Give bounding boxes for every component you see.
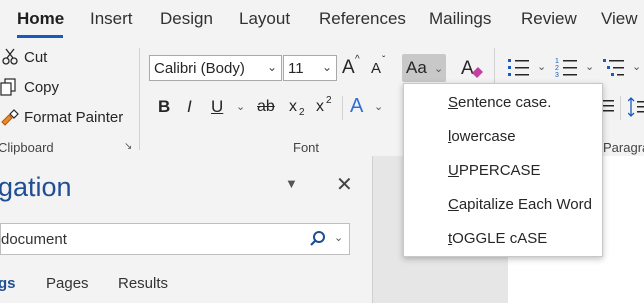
superscript-button[interactable]: x 2: [316, 95, 336, 120]
italic-button[interactable]: I: [187, 97, 192, 117]
pane-options-caret-icon[interactable]: ▼: [285, 176, 298, 191]
search-input[interactable]: [1, 229, 301, 249]
font-group-label: Font: [293, 140, 320, 155]
copy-icon: [0, 78, 16, 96]
change-case-button[interactable]: Aa ⌄: [402, 54, 446, 82]
chevron-down-icon: ⌄: [321, 60, 332, 74]
text-effects-button[interactable]: A ⌄: [350, 95, 386, 121]
svg-text:A: A: [461, 58, 474, 79]
menu-item-toggle-case[interactable]: tOGGLE cASE: [448, 230, 547, 247]
group-separator: [342, 96, 343, 120]
access-key: U: [448, 162, 459, 179]
copy-label: Copy: [24, 79, 60, 96]
tab-review[interactable]: Review: [521, 9, 577, 29]
chevron-down-icon: ⌄: [236, 101, 246, 113]
paragraph-group-label: Paragra: [603, 140, 644, 155]
subscript-glyph: x: [289, 98, 297, 115]
chevron-down-icon: ⌄: [585, 61, 595, 73]
cut-label: Cut: [24, 49, 48, 66]
multilevel-list-button[interactable]: ⌄: [602, 56, 642, 80]
underline-button[interactable]: U ⌄: [211, 97, 247, 119]
active-tab-indicator: [17, 35, 63, 38]
tab-insert[interactable]: Insert: [90, 9, 133, 29]
shrink-font-glyph: A: [371, 60, 382, 77]
navigation-pane: igation ▼ ✕ ⌄ gs Pages Results: [0, 156, 372, 303]
shrink-font-button[interactable]: A ˇ: [371, 55, 391, 80]
clear-formatting-icon: A: [461, 58, 483, 79]
svg-text:3: 3: [555, 72, 559, 78]
scissors-icon: [2, 48, 18, 65]
clipboard-group-label: Clipboard: [0, 140, 54, 155]
subscript-button[interactable]: x 2: [289, 96, 309, 120]
change-case-menu: Sentence case. lowercase UPPERCASE Capit…: [403, 83, 603, 257]
line-spacing-icon: [627, 97, 644, 117]
access-key: S: [448, 94, 459, 111]
chevron-down-icon: ⌄: [374, 101, 384, 113]
navigation-search-box[interactable]: ⌄: [0, 223, 350, 255]
tab-headings[interactable]: gs: [0, 275, 16, 292]
menu-item-label: PPERCASE: [458, 162, 541, 179]
grow-font-glyph: A: [342, 57, 355, 78]
chevron-down-icon[interactable]: ⌄: [334, 231, 343, 244]
font-name-combo[interactable]: Calibri (Body) ⌄: [149, 55, 282, 81]
numbering-button[interactable]: 1 2 3 ⌄: [555, 56, 595, 80]
paintbrush-icon: [1, 109, 19, 126]
font-size-value: 11: [288, 60, 304, 77]
bullets-icon: [508, 59, 529, 76]
superscript-glyph: x: [316, 98, 324, 115]
justify-button[interactable]: [602, 97, 614, 117]
grow-font-button[interactable]: A ^: [342, 54, 364, 80]
tab-mailings[interactable]: Mailings: [429, 9, 491, 29]
format-painter-label: Format Painter: [24, 109, 124, 126]
chevron-down-icon: ⌄: [537, 61, 547, 73]
numbering-icon: 1 2 3: [555, 58, 577, 79]
clear-formatting-button[interactable]: A: [459, 55, 485, 81]
access-key: C: [448, 196, 459, 213]
chevron-down-icon: ⌄: [632, 61, 642, 73]
font-size-combo[interactable]: 11 ⌄: [283, 55, 337, 81]
close-icon[interactable]: ✕: [336, 172, 353, 197]
multilevel-list-icon: [603, 59, 624, 76]
tab-view[interactable]: View: [601, 9, 638, 29]
tab-references[interactable]: References: [319, 9, 406, 29]
menu-item-lowercase[interactable]: lowercase: [448, 128, 516, 145]
line-spacing-button[interactable]: [627, 96, 644, 118]
menu-item-label: OGGLE cASE: [452, 230, 548, 247]
underline-glyph: U: [211, 97, 224, 116]
menu-item-label: apitalize Each Word: [458, 196, 592, 213]
svg-text:1: 1: [555, 58, 559, 65]
bullets-button[interactable]: ⌄: [507, 56, 547, 80]
svg-text:2: 2: [555, 65, 559, 72]
menu-item-sentence-case[interactable]: Sentence case.: [448, 94, 551, 111]
navigation-pane-title: igation: [0, 172, 72, 202]
text-effects-glyph: A: [350, 95, 364, 117]
subscript-mark: 2: [299, 107, 305, 118]
search-icon[interactable]: [310, 231, 326, 247]
align-justify-icon: [602, 100, 614, 112]
strikethrough-button[interactable]: ab: [257, 98, 275, 116]
change-case-glyph: Aa: [406, 58, 427, 77]
ribbon-tab-bar: Home Insert Design Layout References Mai…: [0, 0, 644, 40]
menu-item-capitalize-each-word[interactable]: Capitalize Each Word: [448, 196, 592, 213]
tab-layout[interactable]: Layout: [239, 9, 290, 29]
menu-item-label: owercase: [451, 128, 516, 145]
caret-down-icon: ˇ: [382, 55, 386, 66]
group-separator: [139, 48, 140, 150]
clipboard-launcher-icon[interactable]: ↘: [124, 141, 132, 152]
superscript-mark: 2: [326, 95, 332, 106]
group-separator: [620, 96, 621, 120]
font-name-value: Calibri (Body): [154, 60, 245, 77]
chevron-down-icon: ⌄: [434, 63, 444, 75]
tab-pages[interactable]: Pages: [46, 275, 89, 292]
tab-design[interactable]: Design: [160, 9, 213, 29]
caret-up-icon: ^: [355, 54, 360, 65]
menu-item-uppercase[interactable]: UPPERCASE: [448, 162, 541, 179]
chevron-down-icon: ⌄: [266, 60, 277, 74]
tab-results[interactable]: Results: [118, 275, 168, 292]
tab-home[interactable]: Home: [17, 9, 64, 29]
menu-item-label: entence case.: [458, 94, 552, 111]
bold-button[interactable]: B: [158, 97, 170, 117]
